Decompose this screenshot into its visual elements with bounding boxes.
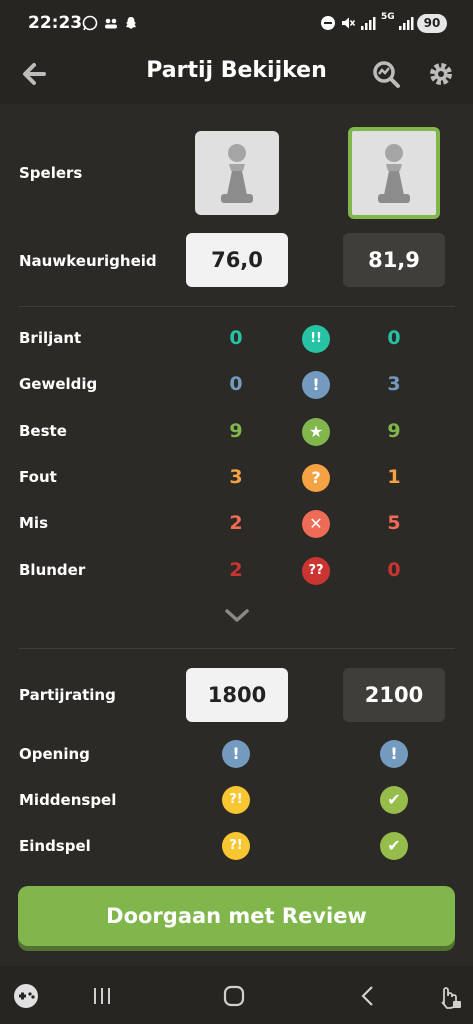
white-inaccuracy-icon: ?!	[222, 832, 250, 860]
white-game-rating: 1800	[186, 668, 288, 722]
white-great-move-icon: !	[222, 740, 250, 768]
phase-label: Eindspel	[19, 837, 91, 855]
page-title: Partij Bekijken	[146, 58, 327, 83]
black-great-move-icon: !	[380, 740, 408, 768]
white-move-count: 3	[229, 466, 243, 488]
black-move-count: 0	[387, 327, 401, 349]
double-exclamation-icon: !!	[302, 325, 330, 353]
black-game-rating: 2100	[343, 668, 445, 722]
pawn-icon	[378, 144, 410, 203]
black-move-count: 0	[387, 559, 401, 581]
people-icon	[105, 18, 117, 29]
network-type: 5G	[381, 12, 395, 22]
white-move-count: 2	[229, 559, 243, 581]
game-controller-icon[interactable]	[12, 982, 40, 1010]
accuracy-label: Nauwkeurigheid	[19, 252, 157, 270]
black-move-count: 1	[387, 466, 401, 488]
question-icon: ?	[302, 464, 330, 492]
game-rating-label: Partijrating	[19, 686, 116, 704]
black-player-avatar[interactable]	[348, 127, 440, 219]
snapchat-icon	[126, 17, 136, 29]
move-label: Fout	[19, 468, 57, 486]
star-icon: ★	[302, 418, 330, 446]
status-bar: 22:23 5G 90	[0, 0, 473, 46]
black-move-count: 9	[387, 420, 401, 442]
back-icon[interactable]	[354, 982, 382, 1010]
white-move-count: 0	[229, 327, 243, 349]
players-label: Spelers	[19, 164, 83, 182]
touch-lock-icon[interactable]	[434, 982, 462, 1010]
phase-label: Opening	[19, 745, 90, 763]
signal-icon	[361, 17, 376, 30]
pawn-icon	[221, 144, 253, 203]
analysis-search-icon[interactable]	[370, 58, 402, 90]
white-move-count: 0	[229, 373, 243, 395]
black-move-count: 5	[387, 512, 401, 534]
gear-icon[interactable]	[425, 58, 457, 90]
divider	[19, 648, 455, 649]
black-check-icon: ✔	[380, 786, 408, 814]
cross-icon: ✕	[302, 510, 330, 538]
white-accuracy-value: 76,0	[186, 233, 288, 287]
move-label: Beste	[19, 422, 67, 440]
white-move-count: 2	[229, 512, 243, 534]
move-label: Mis	[19, 514, 48, 532]
divider	[19, 306, 455, 307]
app-bar: Partij Bekijken	[0, 46, 473, 104]
home-icon[interactable]	[220, 982, 248, 1010]
system-nav-bar	[0, 966, 473, 1024]
white-move-count: 9	[229, 420, 243, 442]
exclamation-icon: !	[302, 371, 330, 399]
continue-review-button[interactable]: Doorgaan met Review	[18, 886, 455, 946]
black-check-icon: ✔	[380, 832, 408, 860]
recent-apps-icon[interactable]	[88, 982, 116, 1010]
chevron-down-icon[interactable]	[224, 608, 250, 624]
black-move-count: 3	[387, 373, 401, 395]
phase-label: Middenspel	[19, 791, 117, 809]
double-question-icon: ??	[302, 557, 330, 585]
move-label: Blunder	[19, 561, 86, 579]
signal-icon-2	[399, 17, 414, 30]
move-label: Geweldig	[19, 375, 98, 393]
dnd-icon	[321, 16, 335, 30]
white-inaccuracy-icon: ?!	[222, 786, 250, 814]
white-player-avatar[interactable]	[195, 131, 279, 215]
move-label: Briljant	[19, 329, 82, 347]
battery-indicator: 90	[417, 14, 447, 33]
whatsapp-icon	[82, 15, 98, 31]
status-time: 22:23	[28, 13, 83, 33]
mute-icon	[342, 17, 356, 29]
black-accuracy-value: 81,9	[343, 233, 445, 287]
